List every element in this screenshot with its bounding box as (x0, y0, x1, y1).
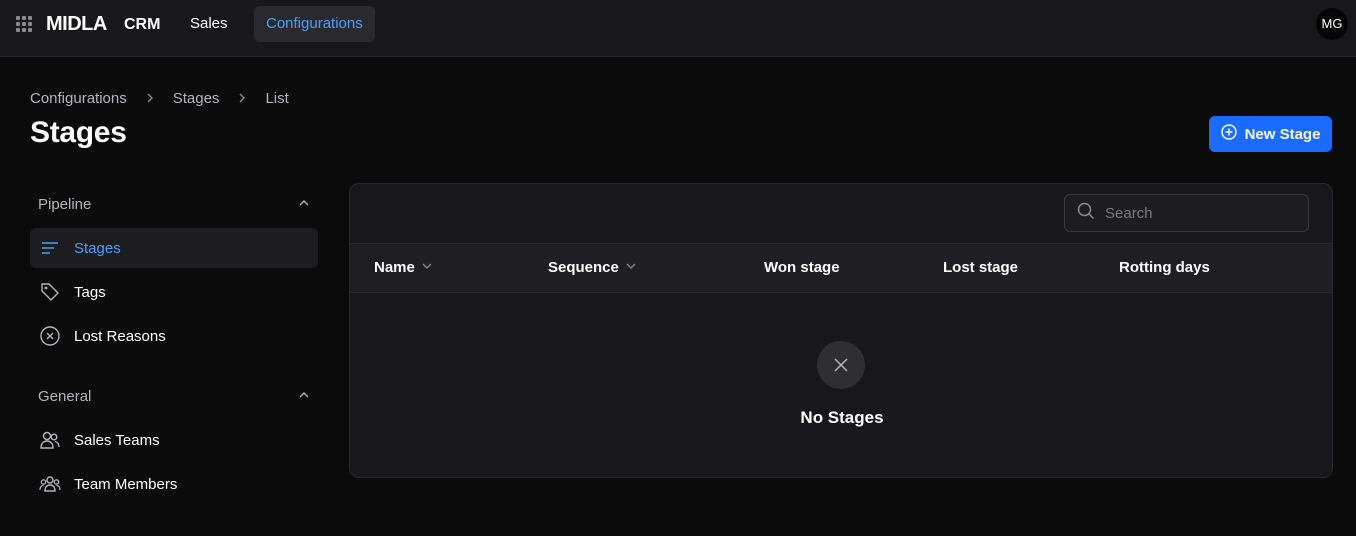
column-header-rotting-days: Rotting days (1119, 259, 1210, 276)
sidebar-item-lost-reasons[interactable]: Lost Reasons (30, 316, 318, 356)
group-icon (38, 472, 62, 496)
empty-state-x-icon (817, 341, 865, 389)
chevron-up-icon[interactable] (298, 388, 310, 405)
table-header: Name Sequence Won stage Lost stage Rotti… (350, 243, 1332, 293)
breadcrumb-configurations[interactable]: Configurations (30, 90, 127, 107)
sidebar-item-label: Stages (74, 239, 121, 257)
brand-logo[interactable]: MIDLA (46, 13, 107, 36)
product-name: CRM (124, 16, 161, 33)
search-icon (1077, 202, 1095, 225)
nav-sales[interactable]: Sales (178, 6, 240, 42)
sidebar-item-label: Team Members (74, 475, 178, 493)
new-stage-button[interactable]: New Stage (1209, 116, 1332, 152)
stages-table-panel: Name Sequence Won stage Lost stage Rotti… (349, 183, 1333, 478)
column-header-name[interactable]: Name (374, 244, 433, 292)
sidebar-item-sales-teams[interactable]: Sales Teams (30, 420, 318, 460)
sidebar-item-stages[interactable]: Stages (30, 228, 318, 268)
page-title: Stages (30, 116, 127, 149)
tag-icon (38, 280, 62, 304)
column-header-lost-stage: Lost stage (943, 259, 1019, 276)
sidebar-group-pipeline[interactable]: Pipeline (30, 184, 318, 224)
chevron-right-icon (141, 89, 159, 107)
sidebar-item-label: Sales Teams (74, 431, 160, 449)
chevron-down-icon[interactable] (421, 244, 433, 292)
list-icon (38, 236, 62, 260)
circle-x-icon (38, 324, 62, 348)
breadcrumb-list: List (265, 89, 289, 107)
users-icon (38, 428, 62, 452)
chevron-right-icon (233, 89, 251, 107)
chevron-down-icon[interactable] (625, 244, 637, 292)
breadcrumb: Configurations Stages List (30, 89, 289, 107)
top-bar: MIDLA CRM Sales Configurations MG (0, 0, 1356, 57)
sidebar-group-general[interactable]: General (30, 376, 318, 416)
column-header-won-stage: Won stage (764, 259, 840, 276)
sidebar-item-label: Tags (74, 283, 106, 301)
user-avatar[interactable]: MG (1316, 8, 1348, 40)
sidebar-item-tags[interactable]: Tags (30, 272, 318, 312)
plus-circle-icon (1220, 124, 1237, 144)
apps-grid-icon[interactable] (16, 16, 32, 32)
nav-configurations[interactable]: Configurations (254, 6, 375, 42)
empty-state-text: No Stages (800, 408, 884, 427)
sidebar-group-title: Pipeline (38, 195, 92, 213)
column-header-sequence[interactable]: Sequence (548, 244, 637, 292)
sidebar: Pipeline Stages Tags Lost Reasons Genera… (30, 184, 318, 504)
search-input[interactable] (1105, 204, 1295, 222)
chevron-up-icon[interactable] (298, 196, 310, 213)
breadcrumb-stages[interactable]: Stages (173, 90, 220, 107)
sidebar-item-team-members[interactable]: Team Members (30, 464, 318, 504)
sidebar-item-label: Lost Reasons (74, 327, 166, 345)
sidebar-group-title: General (38, 387, 92, 405)
search-box[interactable] (1064, 194, 1309, 232)
new-stage-label: New Stage (1244, 125, 1321, 143)
